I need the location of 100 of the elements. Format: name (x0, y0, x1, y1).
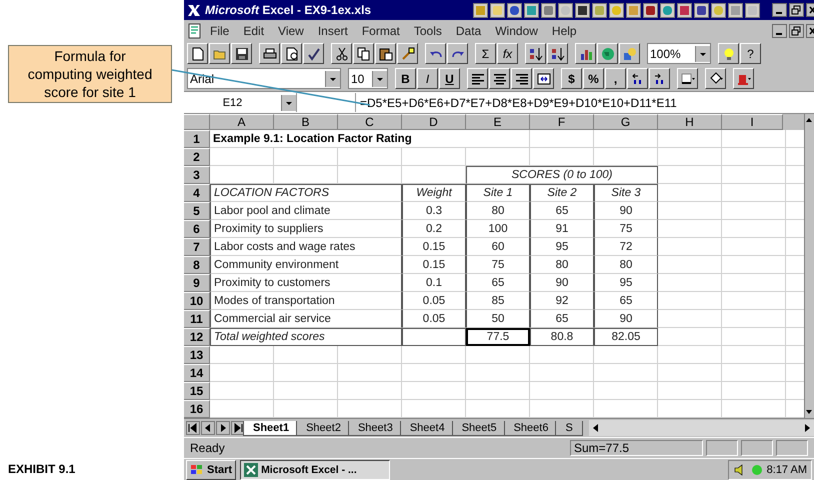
app-shortcut-icon[interactable] (728, 2, 743, 18)
row-header[interactable]: 8 (184, 256, 210, 274)
menu-item[interactable]: Format (354, 24, 407, 38)
column-header[interactable]: I (722, 114, 783, 130)
row-header[interactable]: 7 (184, 238, 210, 256)
fill-color-button[interactable] (705, 68, 726, 89)
menu-item[interactable]: Data (448, 24, 488, 38)
menu-item[interactable]: Window (488, 24, 545, 38)
menu-item[interactable]: View (271, 24, 311, 38)
map-button[interactable] (597, 43, 618, 64)
row-header[interactable]: 14 (184, 364, 210, 382)
minimize-icon[interactable] (772, 3, 787, 17)
drawing-button[interactable] (619, 43, 640, 64)
open-button[interactable] (209, 43, 230, 64)
undo-button[interactable] (425, 43, 446, 64)
percent-button[interactable]: % (583, 68, 604, 89)
align-right-button[interactable] (511, 68, 532, 89)
function-button[interactable]: fx (497, 43, 518, 64)
column-header[interactable]: H (658, 114, 722, 130)
column-header[interactable]: G (594, 114, 658, 130)
menu-item[interactable]: Edit (236, 24, 272, 38)
table-cell[interactable]: 80.8 (530, 328, 594, 346)
app-shortcut-icon[interactable] (541, 2, 556, 18)
app-shortcut-icon[interactable] (626, 2, 641, 18)
row-header[interactable]: 1 (184, 130, 210, 148)
restore-icon[interactable] (789, 3, 804, 17)
row-header[interactable]: 11 (184, 310, 210, 328)
column-header[interactable]: C (338, 114, 402, 130)
paste-button[interactable] (375, 43, 396, 64)
column-header[interactable]: A (210, 114, 274, 130)
center-button[interactable] (489, 68, 510, 89)
next-sheet-icon[interactable] (216, 421, 230, 435)
spelling-button[interactable] (303, 43, 324, 64)
document-icon[interactable] (187, 22, 203, 38)
bold-button[interactable]: B (395, 68, 416, 89)
app-shortcut-icon[interactable] (558, 2, 573, 18)
column-header[interactable]: F (530, 114, 594, 130)
format-painter-button[interactable] (397, 43, 418, 64)
last-sheet-icon[interactable] (231, 421, 245, 435)
sheet-tab[interactable]: S (555, 420, 583, 436)
font-color-button[interactable] (733, 68, 754, 89)
column-header[interactable]: E (466, 114, 530, 130)
increase-decimal-button[interactable] (627, 68, 648, 89)
vertical-scrollbar[interactable] (804, 114, 814, 418)
row-header[interactable]: 15 (184, 382, 210, 400)
italic-button[interactable]: I (417, 68, 438, 89)
save-button[interactable] (231, 43, 252, 64)
app-shortcut-icon[interactable] (660, 2, 675, 18)
currency-button[interactable]: $ (561, 68, 582, 89)
app-shortcut-icon[interactable] (694, 2, 709, 18)
sheet-tab[interactable]: Sheet5 (452, 420, 507, 436)
merge-center-button[interactable] (533, 68, 554, 89)
app-shortcut-icon[interactable] (745, 2, 760, 18)
row-header[interactable]: 6 (184, 220, 210, 238)
dropdown-arrow-icon[interactable] (325, 70, 340, 86)
menu-item[interactable]: Insert (310, 24, 355, 38)
tip-button[interactable] (718, 43, 739, 64)
app-shortcut-icon[interactable] (524, 2, 539, 18)
app-shortcut-icon[interactable] (490, 2, 505, 18)
previous-sheet-icon[interactable] (201, 421, 215, 435)
name-box[interactable]: E12 (184, 93, 297, 112)
select-all-button[interactable] (184, 114, 210, 130)
comma-button[interactable]: , (605, 68, 626, 89)
app-shortcut-icon[interactable] (609, 2, 624, 18)
row-header[interactable]: 9 (184, 274, 210, 292)
app-shortcut-icon[interactable] (711, 2, 726, 18)
align-left-button[interactable] (467, 68, 488, 89)
start-button[interactable]: Start (186, 460, 236, 480)
menu-item[interactable]: Tools (406, 24, 449, 38)
row-header[interactable]: 10 (184, 292, 210, 310)
column-header[interactable]: D (402, 114, 466, 130)
app-shortcut-icon[interactable] (677, 2, 692, 18)
help-button[interactable]: ? (740, 43, 761, 64)
formula-field[interactable]: =D5*E5+D6*E6+D7*E7+D8*E8+D9*E9+D10*E10+D11*E11 (356, 96, 677, 110)
cut-button[interactable] (331, 43, 352, 64)
restore-icon[interactable] (789, 24, 804, 38)
chart-wizard-button[interactable] (575, 43, 596, 64)
app-shortcut-icon[interactable] (507, 2, 522, 18)
row-header[interactable]: 3 (184, 166, 210, 184)
font-dropdown[interactable]: Arial (187, 68, 341, 89)
menu-item[interactable]: Help (544, 24, 584, 38)
sheet-tab[interactable]: Sheet2 (296, 420, 351, 436)
close-icon[interactable] (806, 3, 814, 17)
horizontal-scrollbar[interactable] (588, 420, 814, 436)
table-cell[interactable]: 82.05 (594, 328, 658, 346)
print-preview-button[interactable] (281, 43, 302, 64)
row-header[interactable]: 5 (184, 202, 210, 220)
app-shortcut-icon[interactable] (643, 2, 658, 18)
table-cell[interactable]: 77.5 (466, 328, 530, 346)
dropdown-arrow-icon[interactable] (372, 70, 387, 86)
sheet-tab[interactable]: Sheet3 (348, 420, 403, 436)
column-header[interactable]: B (274, 114, 338, 130)
new-button[interactable] (187, 43, 208, 64)
dropdown-arrow-icon[interactable] (695, 46, 710, 62)
decrease-decimal-button[interactable] (649, 68, 670, 89)
menu-item[interactable]: File (203, 24, 236, 38)
minimize-icon[interactable] (772, 24, 787, 38)
zoom-dropdown[interactable]: 100% (647, 43, 711, 64)
dropdown-arrow-icon[interactable] (281, 94, 296, 110)
close-icon[interactable] (806, 24, 814, 38)
